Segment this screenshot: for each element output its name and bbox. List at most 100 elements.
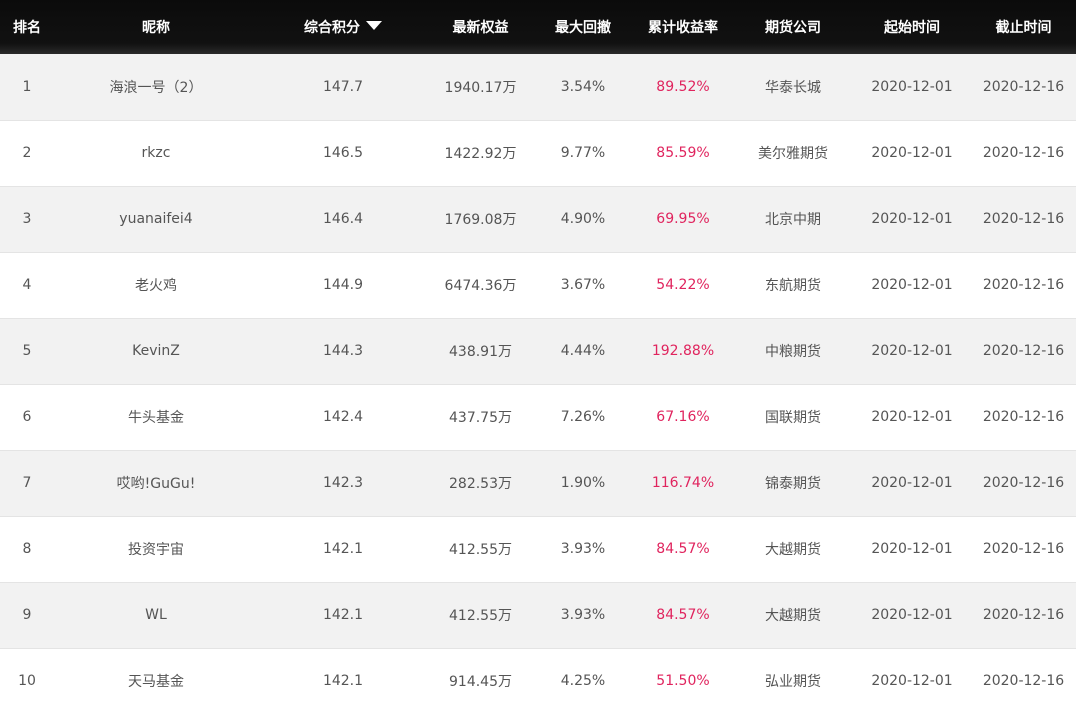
cell-nickname[interactable]: rkzc <box>54 120 258 186</box>
cell-return: 89.52% <box>656 78 710 95</box>
cell-end: 2020-12-16 <box>982 145 1065 161</box>
cell-start: 2020-12-01 <box>871 145 953 161</box>
cell-company: 华泰长城 <box>765 79 821 96</box>
cell-company: 锦泰期货 <box>765 476 821 492</box>
cell-company: 国联期货 <box>765 410 821 426</box>
header-drawdown[interactable]: 最大回撤 <box>533 0 633 54</box>
cell-return: 67.16% <box>656 409 710 425</box>
table-row[interactable]: 5 KevinZ 144.3 438.91万 4.44% 192.88% 中粮期货 2020-… <box>0 318 1076 384</box>
header-return[interactable]: 累计收益率 <box>633 0 733 54</box>
cell-drawdown: 1.90% <box>560 475 606 491</box>
cell-drawdown: 3.93% <box>560 607 606 623</box>
cell-start: 2020-12-01 <box>871 607 953 623</box>
cell-nickname[interactable]: 牛头基金 <box>54 384 258 450</box>
cell-end: 2020-12-16 <box>982 673 1065 689</box>
sort-desc-icon[interactable] <box>366 21 382 30</box>
cell-company: 北京中期 <box>765 212 821 228</box>
cell-end: 2020-12-16 <box>982 343 1065 359</box>
cell-equity: 914.45万 <box>449 674 512 690</box>
cell-end: 2020-12-16 <box>982 607 1065 623</box>
cell-nickname[interactable]: KevinZ <box>54 318 258 384</box>
cell-return: 69.95% <box>656 211 710 227</box>
header-score[interactable]: 综合积分 <box>258 0 428 54</box>
cell-equity: 1940.17万 <box>444 79 517 96</box>
cell-return: 51.50% <box>656 673 710 689</box>
cell-start: 2020-12-01 <box>871 673 953 689</box>
cell-drawdown: 4.90% <box>560 211 606 227</box>
cell-start: 2020-12-01 <box>871 211 953 227</box>
cell-return: 116.74% <box>651 475 715 491</box>
cell-nickname[interactable]: WL <box>54 582 258 648</box>
cell-start: 2020-12-01 <box>871 277 953 293</box>
table-row[interactable]: 10 天马基金 142.1 914.45万 4.25% 51.50% 弘业期货 2020-12… <box>0 648 1076 713</box>
cell-equity: 1769.08万 <box>444 212 517 228</box>
cell-score: 142.3 <box>322 475 364 491</box>
cell-score: 142.1 <box>322 607 364 623</box>
header-nickname[interactable]: 昵称 <box>54 0 258 54</box>
cell-equity: 437.75万 <box>449 410 512 426</box>
cell-nickname[interactable]: 老火鸡 <box>54 252 258 318</box>
table-body: 1 海浪一号（2） 147.7 1940.17万 3.54% 89.52% 华泰长城 2020… <box>0 54 1076 713</box>
cell-drawdown: 3.67% <box>560 277 606 293</box>
header-rank[interactable]: 排名 <box>0 0 54 54</box>
ranking-table-container: 排名 昵称 综合积分 最新权益 最大回撤 累计收益率 期货公司 起始时间 截止时… <box>0 0 1076 713</box>
table-row[interactable]: 3 yuanaifei4 146.4 1769.08万 4.90% 69.95% 北京中期 2… <box>0 186 1076 252</box>
cell-equity: 6474.36万 <box>444 278 517 294</box>
header-equity[interactable]: 最新权益 <box>428 0 533 54</box>
cell-drawdown: 4.25% <box>560 673 606 689</box>
cell-start: 2020-12-01 <box>871 409 953 425</box>
table-row[interactable]: 9 WL 142.1 412.55万 3.93% 84.57% 大越期货 2020-12-01… <box>0 582 1076 648</box>
cell-nickname[interactable]: yuanaifei4 <box>54 186 258 252</box>
cell-nickname[interactable]: 哎哟!GuGu! <box>54 450 258 516</box>
table-row[interactable]: 4 老火鸡 144.9 6474.36万 3.67% 54.22% 东航期货 2020-12-… <box>0 252 1076 318</box>
cell-end: 2020-12-16 <box>982 277 1065 293</box>
cell-score: 146.4 <box>322 211 364 227</box>
cell-company: 美尔雅期货 <box>758 146 828 162</box>
cell-equity: 1422.92万 <box>444 146 517 162</box>
cell-drawdown: 7.26% <box>560 409 606 425</box>
cell-company: 弘业期货 <box>765 674 821 690</box>
cell-start: 2020-12-01 <box>871 343 953 359</box>
cell-start: 2020-12-01 <box>871 541 953 557</box>
cell-rank: 1 <box>22 78 32 95</box>
cell-rank: 4 <box>22 277 32 293</box>
cell-drawdown: 9.77% <box>560 145 606 161</box>
header-end[interactable]: 截止时间 <box>971 0 1076 54</box>
table-row[interactable]: 2 rkzc 146.5 1422.92万 9.77% 85.59% 美尔雅期货 2020-1… <box>0 120 1076 186</box>
cell-rank: 5 <box>22 343 32 359</box>
header-start[interactable]: 起始时间 <box>853 0 971 54</box>
cell-equity: 412.55万 <box>449 608 512 624</box>
cell-score: 144.9 <box>322 277 364 293</box>
cell-end: 2020-12-16 <box>982 78 1065 95</box>
table-header-row: 排名 昵称 综合积分 最新权益 最大回撤 累计收益率 期货公司 起始时间 截止时… <box>0 0 1076 54</box>
cell-end: 2020-12-16 <box>982 211 1065 227</box>
header-company[interactable]: 期货公司 <box>733 0 853 54</box>
table-row[interactable]: 6 牛头基金 142.4 437.75万 7.26% 67.16% 国联期货 2020-12-… <box>0 384 1076 450</box>
cell-nickname[interactable]: 天马基金 <box>54 648 258 713</box>
cell-return: 85.59% <box>656 145 710 161</box>
cell-score: 147.7 <box>322 78 364 95</box>
cell-return: 84.57% <box>656 607 710 623</box>
cell-return: 54.22% <box>656 277 710 293</box>
header-score-label: 综合积分 <box>304 20 360 36</box>
cell-nickname[interactable]: 海浪一号（2） <box>54 54 258 120</box>
table-row[interactable]: 7 哎哟!GuGu! 142.3 282.53万 1.90% 116.74% 锦泰期货 202… <box>0 450 1076 516</box>
cell-drawdown: 3.54% <box>560 78 606 95</box>
cell-start: 2020-12-01 <box>871 78 953 95</box>
cell-rank: 10 <box>18 673 36 689</box>
cell-score: 142.1 <box>322 541 364 557</box>
cell-end: 2020-12-16 <box>982 475 1065 491</box>
cell-rank: 6 <box>22 409 32 425</box>
cell-score: 146.5 <box>322 145 364 161</box>
cell-company: 中粮期货 <box>765 344 821 360</box>
cell-drawdown: 3.93% <box>560 541 606 557</box>
cell-end: 2020-12-16 <box>982 409 1065 425</box>
cell-rank: 7 <box>22 475 32 491</box>
cell-company: 大越期货 <box>765 608 821 624</box>
cell-equity: 438.91万 <box>449 344 512 360</box>
table-row[interactable]: 1 海浪一号（2） 147.7 1940.17万 3.54% 89.52% 华泰长城 2020… <box>0 54 1076 120</box>
cell-drawdown: 4.44% <box>560 343 606 359</box>
cell-nickname[interactable]: 投资宇宙 <box>54 516 258 582</box>
table-row[interactable]: 8 投资宇宙 142.1 412.55万 3.93% 84.57% 大越期货 2020-12-… <box>0 516 1076 582</box>
cell-rank: 2 <box>22 145 32 161</box>
